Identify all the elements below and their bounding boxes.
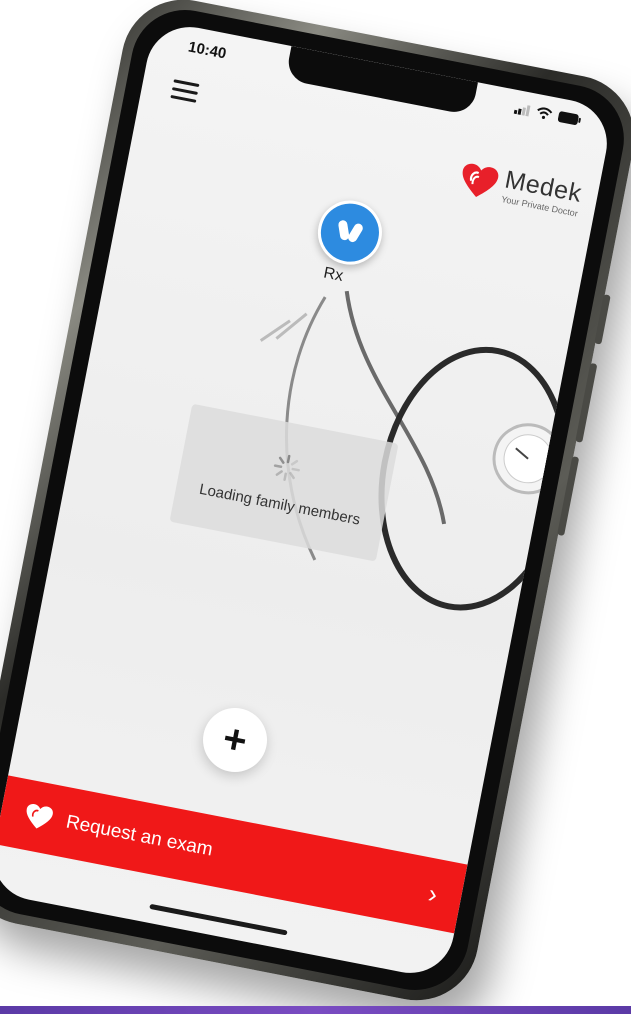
pills-icon (338, 220, 363, 243)
bottom-accent-strip (0, 1006, 631, 1014)
spinner-icon (273, 454, 301, 481)
add-button[interactable]: + (197, 702, 273, 778)
phone-device: 10:40 Medek Your Private Doctor Rx Loadi… (0, 0, 631, 1011)
heart-logo-icon (463, 163, 499, 197)
wifi-icon (537, 107, 553, 120)
battery-icon (557, 111, 581, 125)
medek-logo: Medek Your Private Doctor (457, 159, 584, 219)
signal-icon (513, 104, 531, 117)
request-exam-label: Request an exam (64, 811, 215, 861)
plus-icon: + (219, 716, 251, 764)
status-time: 10:40 (186, 38, 228, 63)
heart-logo-icon (26, 803, 53, 829)
menu-icon[interactable] (169, 74, 200, 107)
loading-message: Loading family members (197, 480, 362, 529)
rx-label: Rx (322, 264, 345, 285)
app-screen: 10:40 Medek Your Private Doctor Rx Loadi… (0, 19, 615, 981)
status-icons (513, 102, 583, 127)
